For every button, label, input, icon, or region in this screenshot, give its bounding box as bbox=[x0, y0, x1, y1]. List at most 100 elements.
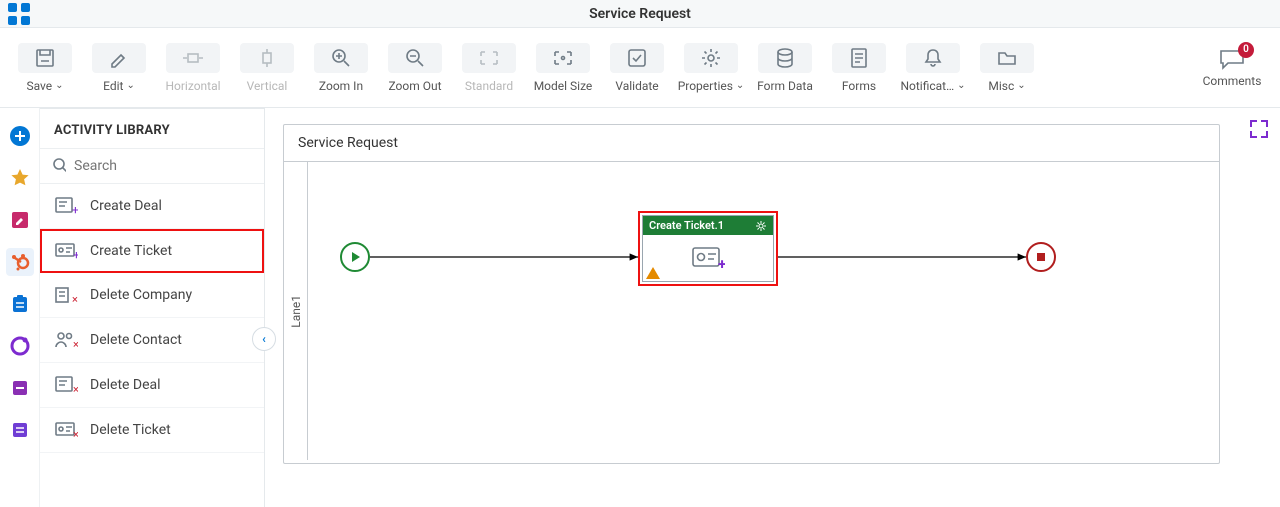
svg-text:×: × bbox=[73, 428, 78, 440]
form-icon bbox=[849, 47, 869, 69]
canvas-area: Service Request Lane1 Create Ticket.1 bbox=[265, 108, 1280, 507]
warning-icon bbox=[646, 267, 660, 279]
apps-grid-icon[interactable] bbox=[8, 3, 30, 25]
end-node[interactable] bbox=[1026, 242, 1056, 272]
horizontal-layout-icon bbox=[180, 49, 206, 67]
play-icon bbox=[352, 252, 360, 262]
zoom-out-label: Zoom Out bbox=[388, 79, 441, 93]
start-node[interactable] bbox=[340, 242, 370, 272]
library-item-delete-ticket[interactable]: × Delete Ticket bbox=[40, 408, 264, 453]
library-item-label: Delete Deal bbox=[90, 377, 161, 393]
notifications-label: Notificat… bbox=[900, 79, 954, 93]
gear-icon bbox=[700, 47, 722, 69]
comments-button[interactable]: 0 Comments bbox=[1192, 48, 1272, 88]
library-item-delete-deal[interactable]: × Delete Deal bbox=[40, 363, 264, 408]
activity-library-panel: ACTIVITY LIBRARY + Create Deal + Create … bbox=[40, 108, 265, 507]
rail-clipboard-button[interactable] bbox=[6, 290, 34, 318]
validate-label: Validate bbox=[615, 79, 658, 93]
svg-text:×: × bbox=[72, 293, 78, 305]
title-bar: Service Request bbox=[0, 0, 1280, 28]
library-item-label: Create Ticket bbox=[90, 243, 172, 259]
rail-loop-button[interactable] bbox=[6, 332, 34, 360]
horizontal-button[interactable]: Horizontal bbox=[156, 36, 230, 100]
lane-body[interactable]: Create Ticket.1 + bbox=[308, 162, 1219, 460]
save-button[interactable]: Save⌄ bbox=[8, 36, 82, 100]
chevron-down-icon: ⌄ bbox=[1017, 80, 1025, 91]
process-canvas[interactable]: Service Request Lane1 Create Ticket.1 bbox=[283, 124, 1220, 464]
chevron-down-icon: ⌄ bbox=[126, 80, 134, 91]
model-size-icon bbox=[552, 49, 574, 67]
hubspot-icon bbox=[10, 252, 30, 272]
loop-icon bbox=[10, 336, 30, 356]
collapse-panel-button[interactable]: ‹ bbox=[252, 327, 276, 351]
zoom-in-icon bbox=[330, 47, 352, 69]
form-data-label: Form Data bbox=[757, 79, 813, 93]
library-item-label: Delete Ticket bbox=[90, 422, 171, 438]
zoom-out-button[interactable]: Zoom Out bbox=[378, 36, 452, 100]
misc-button[interactable]: Misc⌄ bbox=[970, 36, 1044, 100]
library-item-label: Delete Contact bbox=[90, 332, 182, 348]
edit-button[interactable]: Edit⌄ bbox=[82, 36, 156, 100]
zoom-out-icon bbox=[404, 47, 426, 69]
comments-count-badge: 0 bbox=[1238, 42, 1254, 58]
rail-favorites-button[interactable] bbox=[6, 164, 34, 192]
rail-add-button[interactable] bbox=[6, 122, 34, 150]
folder-icon bbox=[996, 48, 1018, 68]
chevron-down-icon: ⌄ bbox=[55, 80, 63, 91]
page-title: Service Request bbox=[589, 6, 691, 22]
model-size-label: Model Size bbox=[534, 79, 593, 93]
model-size-button[interactable]: Model Size bbox=[526, 36, 600, 100]
library-item-create-deal[interactable]: + Create Deal bbox=[40, 184, 264, 229]
main-area: ACTIVITY LIBRARY + Create Deal + Create … bbox=[0, 108, 1280, 507]
left-rail bbox=[0, 108, 40, 507]
library-item-delete-company[interactable]: × Delete Company bbox=[40, 273, 264, 318]
properties-label: Properties bbox=[678, 79, 733, 93]
rail-edit-button[interactable] bbox=[6, 206, 34, 234]
standard-zoom-button[interactable]: Standard bbox=[452, 36, 526, 100]
lane-label: Lane1 bbox=[284, 162, 308, 460]
svg-text:+: + bbox=[72, 203, 78, 216]
vertical-button[interactable]: Vertical bbox=[230, 36, 304, 100]
svg-text:+: + bbox=[718, 255, 725, 271]
svg-text:×: × bbox=[73, 383, 78, 395]
library-item-label: Create Deal bbox=[90, 198, 162, 214]
delete-deal-icon: × bbox=[54, 375, 78, 395]
swimlane: Lane1 Create Ticket.1 bbox=[284, 162, 1219, 460]
pencil-square-icon bbox=[10, 210, 30, 230]
create-ticket-icon: + bbox=[54, 241, 78, 261]
form-data-button[interactable]: Form Data bbox=[748, 36, 822, 100]
expand-icon bbox=[1248, 118, 1270, 140]
rail-hubspot-button[interactable] bbox=[6, 248, 34, 276]
document-lines-icon bbox=[10, 420, 30, 440]
validate-button[interactable]: Validate bbox=[600, 36, 674, 100]
properties-button[interactable]: Properties⌄ bbox=[674, 36, 748, 100]
validate-icon bbox=[626, 47, 648, 69]
delete-ticket-icon: × bbox=[54, 420, 78, 440]
horizontal-label: Horizontal bbox=[165, 79, 220, 93]
fit-standard-icon bbox=[478, 49, 500, 67]
standard-label: Standard bbox=[465, 79, 513, 93]
star-icon bbox=[9, 167, 31, 189]
forms-button[interactable]: Forms bbox=[822, 36, 896, 100]
expand-canvas-button[interactable] bbox=[1248, 118, 1270, 144]
rail-doc1-button[interactable] bbox=[6, 374, 34, 402]
library-item-delete-contact[interactable]: × Delete Contact bbox=[40, 318, 264, 363]
clipboard-icon bbox=[10, 294, 30, 314]
vertical-layout-icon bbox=[258, 47, 276, 69]
misc-label: Misc bbox=[988, 79, 1014, 93]
search-input[interactable] bbox=[74, 158, 252, 174]
canvas-title: Service Request bbox=[284, 125, 1219, 162]
ticket-icon: + bbox=[691, 245, 725, 271]
create-deal-icon: + bbox=[54, 196, 78, 216]
save-icon bbox=[34, 47, 56, 69]
zoom-in-button[interactable]: Zoom In bbox=[304, 36, 378, 100]
gear-icon[interactable] bbox=[755, 220, 767, 232]
task-label: Create Ticket.1 bbox=[649, 219, 724, 232]
rail-doc2-button[interactable] bbox=[6, 416, 34, 444]
task-node-create-ticket[interactable]: Create Ticket.1 + bbox=[638, 211, 778, 286]
notifications-button[interactable]: Notificat…⌄ bbox=[896, 36, 970, 100]
svg-text:+: + bbox=[73, 248, 78, 261]
library-item-create-ticket[interactable]: + Create Ticket bbox=[40, 229, 264, 273]
delete-contact-icon: × bbox=[54, 330, 78, 350]
library-search[interactable] bbox=[40, 148, 264, 184]
